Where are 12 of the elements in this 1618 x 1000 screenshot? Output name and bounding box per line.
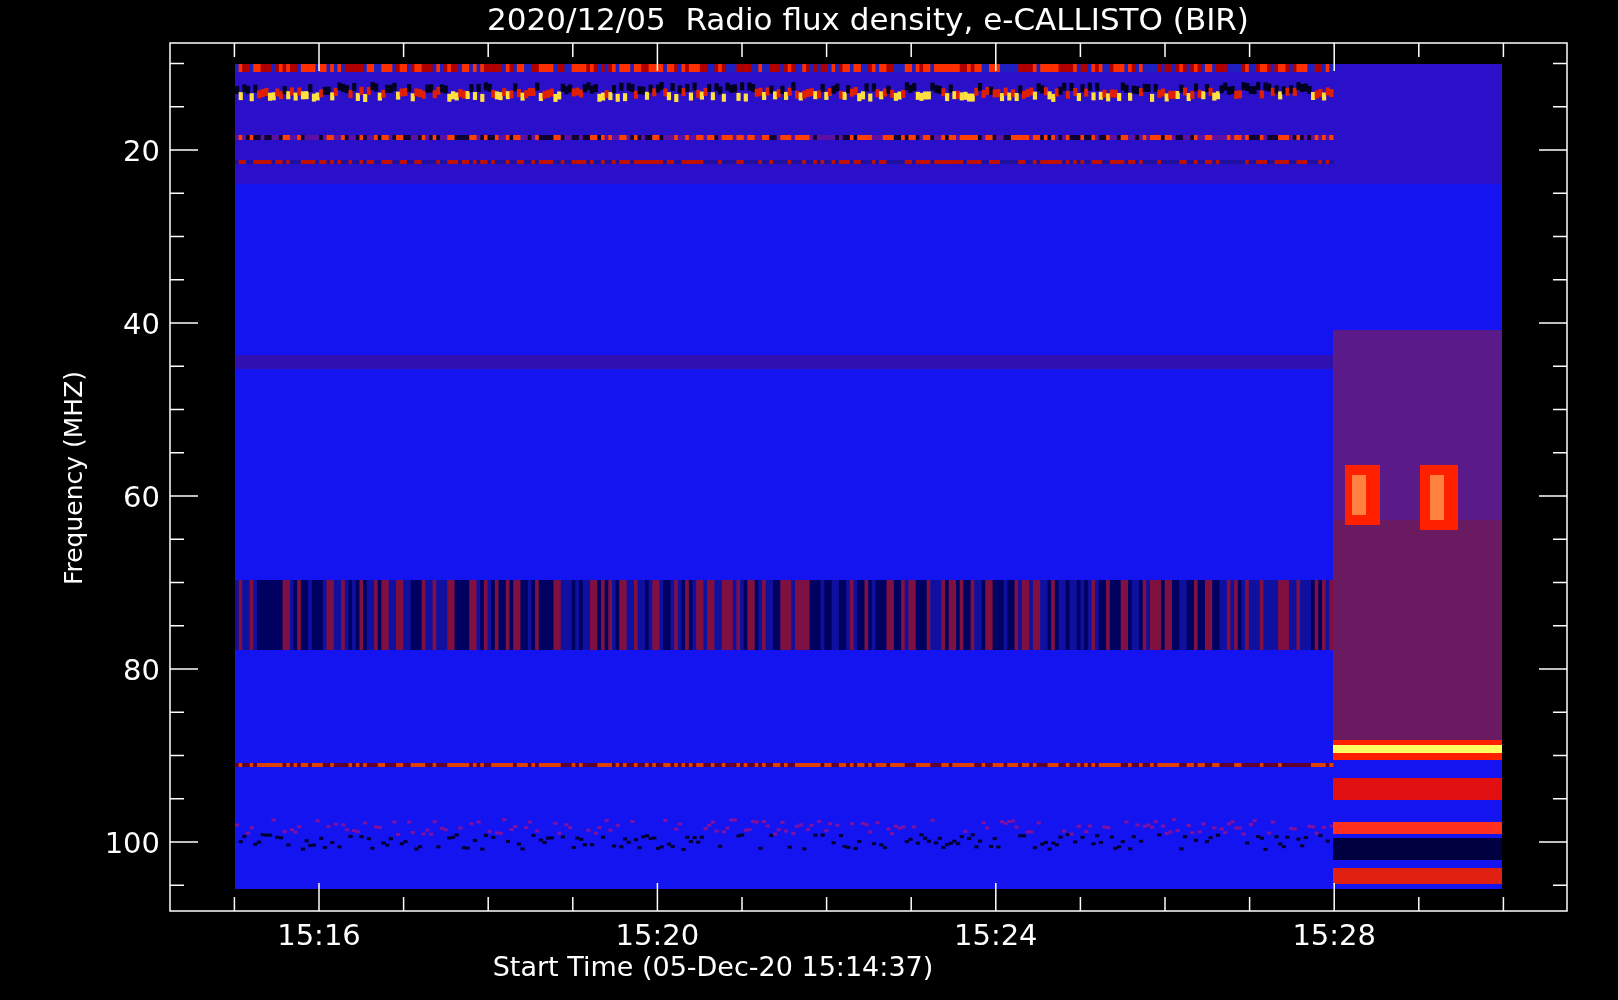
x-axis-label: Start Time (05-Dec-20 15:14:37) bbox=[492, 951, 934, 982]
x-tick-label: 15:16 bbox=[277, 918, 361, 952]
x-tick-label: 15:24 bbox=[954, 918, 1038, 952]
y-tick-label: 80 bbox=[123, 653, 160, 687]
y-axis-label: Frequency (MHZ) bbox=[59, 370, 88, 586]
chart-title: 2020/12/05 Radio flux density, e-CALLISTO (BIR) bbox=[487, 1, 1249, 37]
x-tick-label: 15:20 bbox=[615, 918, 700, 952]
y-tick-label: 20 bbox=[123, 134, 160, 168]
y-tick-label: 40 bbox=[123, 307, 160, 341]
y-tick-label: 60 bbox=[123, 480, 160, 514]
x-tick-label: 15:28 bbox=[1292, 918, 1376, 952]
y-tick-label: 100 bbox=[104, 826, 160, 860]
